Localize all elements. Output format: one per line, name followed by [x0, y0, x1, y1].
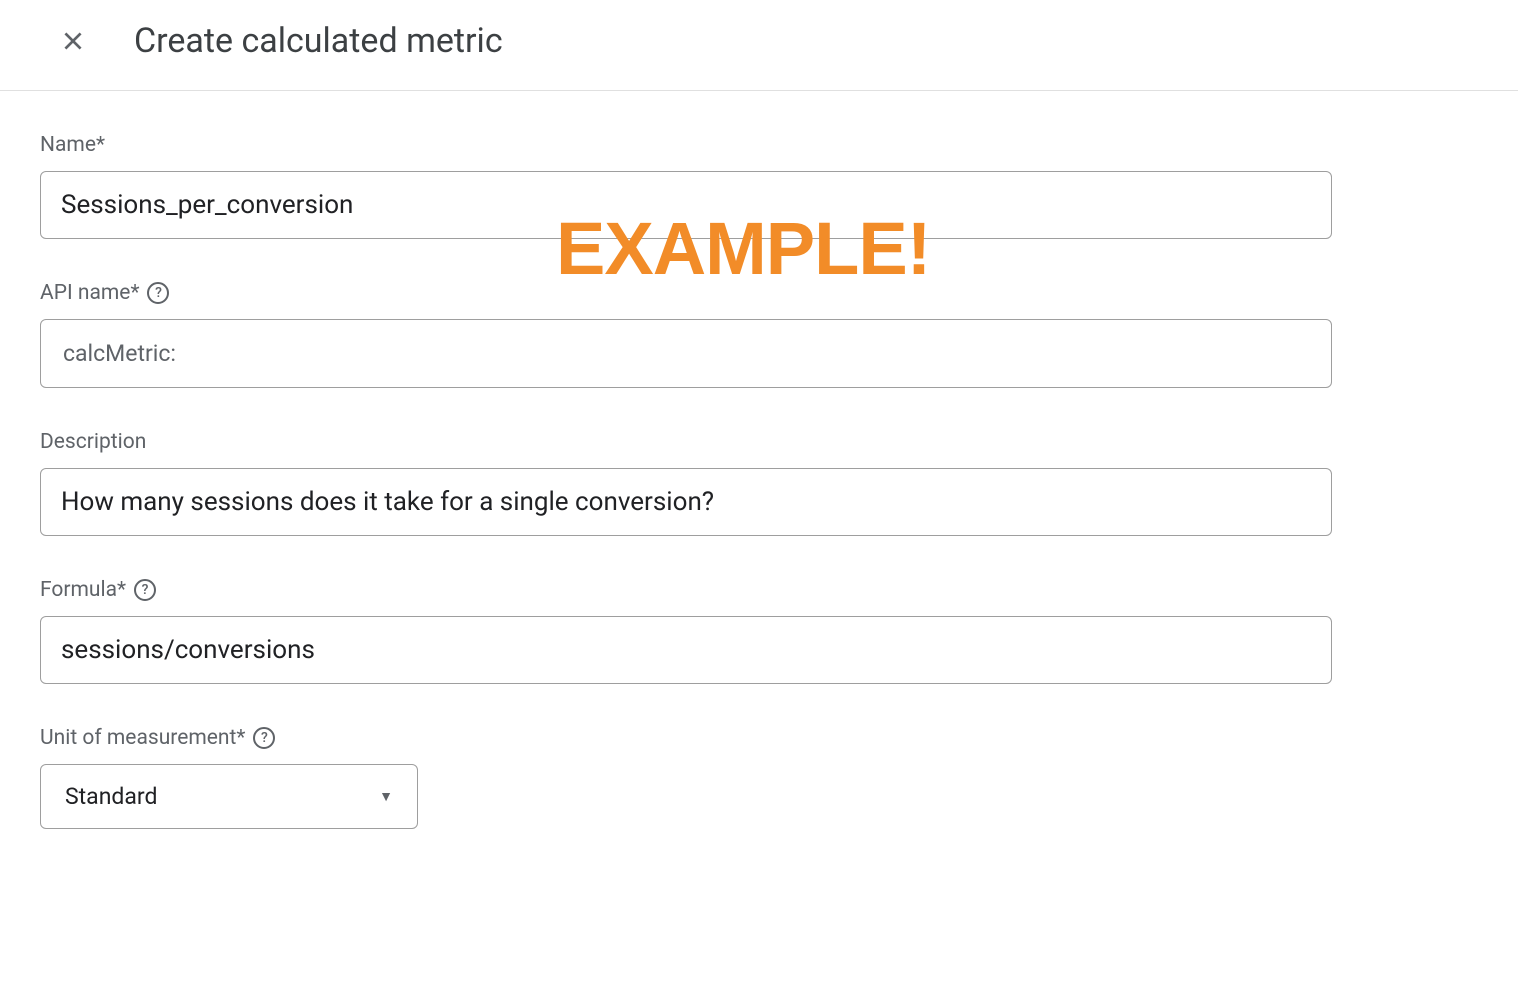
formula-label-text: Formula* [40, 578, 126, 602]
unit-label: Unit of measurement* ? [40, 726, 1332, 750]
close-button[interactable] [52, 20, 94, 62]
name-input[interactable] [40, 171, 1332, 239]
help-icon[interactable]: ? [147, 282, 169, 304]
api-name-input[interactable]: calcMetric: [40, 319, 1332, 388]
api-name-label: API name* ? [40, 281, 1332, 305]
formula-label: Formula* ? [40, 578, 1332, 602]
unit-selected-value: Standard [65, 783, 157, 810]
dialog-header: Create calculated metric [0, 0, 1518, 91]
description-label: Description [40, 430, 1332, 454]
chevron-down-icon: ▼ [379, 788, 393, 805]
unit-label-text: Unit of measurement* [40, 726, 245, 750]
unit-field-group: Unit of measurement* ? Standard ▼ [40, 726, 1332, 829]
help-icon[interactable]: ? [134, 579, 156, 601]
api-name-field-group: API name* ? calcMetric: [40, 281, 1332, 388]
description-field-group: Description [40, 430, 1332, 536]
name-label: Name* [40, 133, 1332, 157]
name-field-group: Name* [40, 133, 1332, 239]
unit-select[interactable]: Standard ▼ [40, 764, 418, 829]
form-container: Name* API name* ? calcMetric: Descriptio… [0, 91, 1372, 911]
formula-input[interactable] [40, 616, 1332, 684]
api-name-label-text: API name* [40, 281, 139, 305]
page-title: Create calculated metric [134, 21, 503, 61]
name-label-text: Name* [40, 133, 105, 157]
close-icon [60, 28, 86, 54]
formula-field-group: Formula* ? [40, 578, 1332, 684]
api-name-prefix: calcMetric: [63, 340, 176, 367]
description-input[interactable] [40, 468, 1332, 536]
help-icon[interactable]: ? [253, 727, 275, 749]
description-label-text: Description [40, 430, 146, 454]
